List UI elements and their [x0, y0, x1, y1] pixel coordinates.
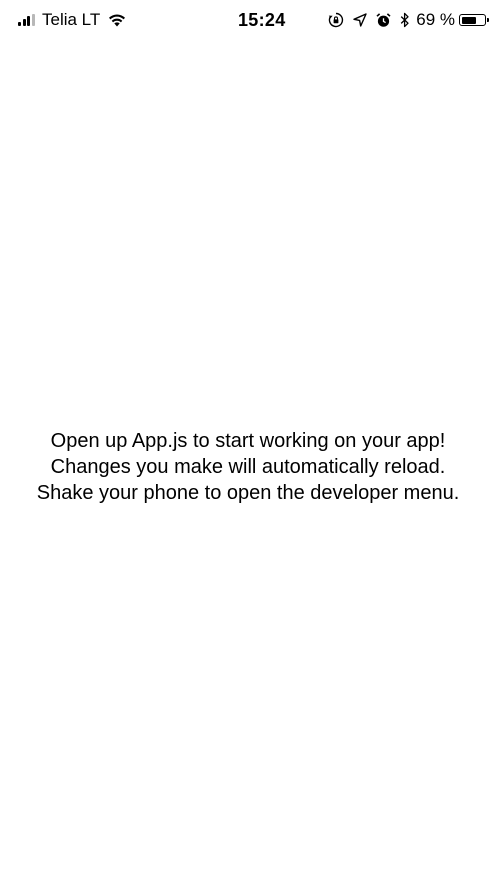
instruction-line-2: Changes you make will automatically relo…	[50, 456, 446, 478]
instruction-line-1: Open up App.js to start working on your …	[50, 430, 446, 452]
battery-icon	[459, 14, 489, 26]
main-container: Open up App.js to start working on your …	[0, 40, 496, 894]
orientation-lock-icon	[328, 12, 344, 28]
battery-percentage: 69 %	[416, 10, 455, 29]
alarm-icon	[376, 12, 391, 28]
signal-icon	[18, 14, 36, 26]
status-bar-right: 69 %	[319, 10, 489, 30]
battery-tip	[487, 18, 489, 22]
instruction-line-3: Shake your phone to open the developer m…	[36, 482, 460, 504]
carrier-name: Telia LT	[42, 10, 101, 29]
bluetooth-icon	[400, 12, 410, 28]
location-icon	[353, 13, 367, 27]
status-bar: Telia LT 15:24 69 %	[0, 0, 496, 40]
status-bar-left: Telia LT	[18, 10, 188, 30]
status-time: 15:24	[238, 9, 286, 30]
wifi-icon	[108, 13, 126, 27]
battery-fill	[461, 16, 476, 24]
